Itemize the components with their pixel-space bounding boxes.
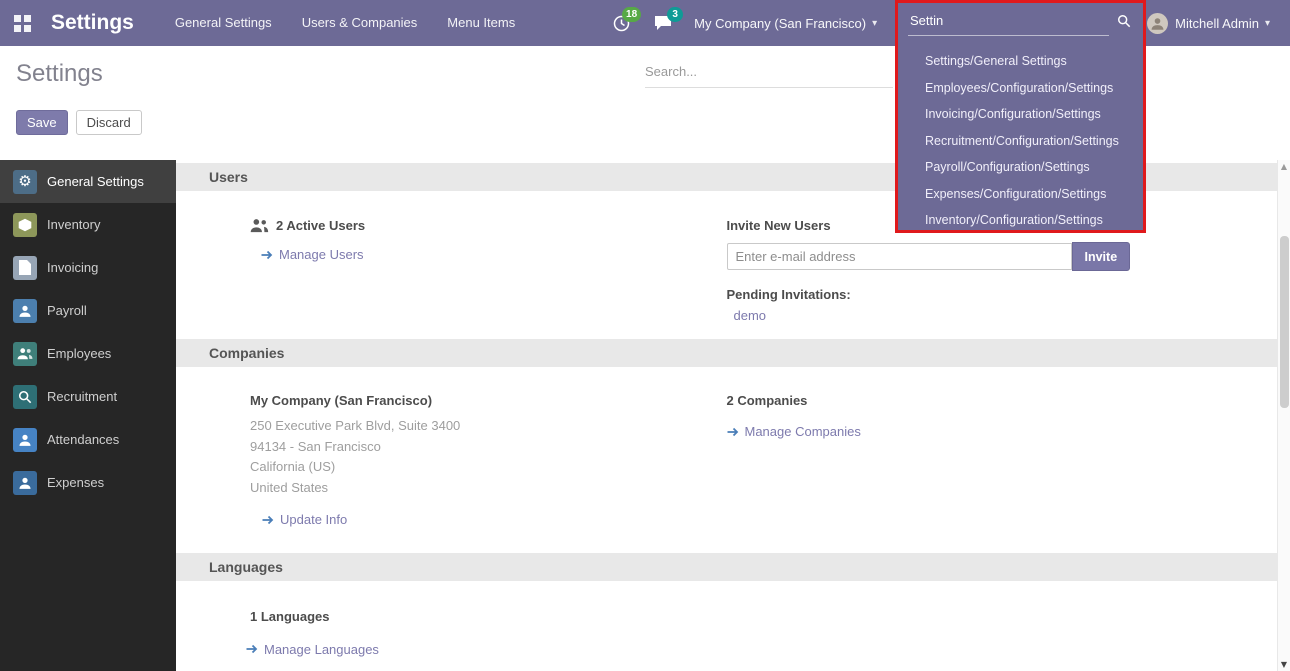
section-companies: My Company (San Francisco) 250 Executive…: [176, 367, 1277, 553]
company-name-label: My Company (San Francisco): [250, 393, 727, 408]
avatar: [1147, 13, 1168, 34]
user-menu[interactable]: Mitchell Admin ▾: [1137, 0, 1280, 46]
navbar-menu: General Settings Users & Companies Menu …: [160, 0, 530, 46]
odoo-settings-screen: Settings General Settings Users & Compan…: [0, 0, 1290, 671]
pending-invitations-label: Pending Invitations:: [727, 287, 1278, 302]
menu-users-companies[interactable]: Users & Companies: [287, 0, 433, 46]
gear-icon: ⚙: [13, 170, 37, 194]
record-search-input[interactable]: [645, 60, 893, 88]
arrow-right-icon: [261, 250, 273, 260]
settings-sidebar: ⚙ General Settings Inventory Invoicing: [0, 160, 176, 671]
search-result-item[interactable]: Inventory/Configuration/Settings: [898, 207, 1143, 233]
menu-menu-items[interactable]: Menu Items: [432, 0, 530, 46]
control-panel-buttons: Save Discard: [16, 110, 142, 135]
address-line: California (US): [250, 457, 727, 478]
settings-content: Users 2 Active Users: [176, 160, 1277, 671]
sidebar-item-attendances[interactable]: Attendances: [0, 418, 176, 461]
sidebar-item-invoicing[interactable]: Invoicing: [0, 246, 176, 289]
workspace: ⚙ General Settings Inventory Invoicing: [0, 160, 1290, 671]
save-button[interactable]: Save: [16, 110, 68, 135]
search-result-item[interactable]: Expenses/Configuration/Settings: [898, 181, 1143, 208]
active-users-count: 2 Active Users: [276, 218, 365, 233]
scrollbar-down-arrow[interactable]: ▼: [1278, 660, 1290, 669]
company-name: My Company (San Francisco): [694, 16, 866, 31]
app-title: Settings: [51, 11, 134, 35]
sidebar-item-inventory[interactable]: Inventory: [0, 203, 176, 246]
chevron-down-icon: ▾: [1265, 18, 1270, 29]
address-line: United States: [250, 478, 727, 499]
box-icon: [13, 213, 37, 237]
people-icon: [13, 342, 37, 366]
user-name: Mitchell Admin: [1175, 16, 1259, 31]
sidebar-item-label: General Settings: [47, 174, 144, 189]
chevron-down-icon: ▾: [872, 18, 877, 29]
sidebar-item-employees[interactable]: Employees: [0, 332, 176, 375]
magnifier-icon: [13, 385, 37, 409]
activities-button[interactable]: 18: [601, 0, 642, 46]
sidebar-item-general-settings[interactable]: ⚙ General Settings: [0, 160, 176, 203]
update-info-link[interactable]: Update Info: [262, 512, 347, 527]
search-result-item[interactable]: Payroll/Configuration/Settings: [898, 154, 1143, 181]
address-line: 250 Executive Park Blvd, Suite 3400: [250, 416, 727, 437]
section-header-languages: Languages: [176, 553, 1277, 581]
users-icon: [250, 218, 269, 233]
menu-search-dropdown: Settings/General Settings Employees/Conf…: [895, 0, 1146, 233]
address-line: 94134 - San Francisco: [250, 437, 727, 458]
manage-companies-link[interactable]: Manage Companies: [727, 424, 861, 439]
activity-count-badge: 18: [622, 7, 641, 22]
menu-general-settings[interactable]: General Settings: [160, 0, 287, 46]
page-title: Settings: [16, 60, 103, 88]
manage-languages-link[interactable]: Manage Languages: [246, 642, 379, 657]
person-icon: [13, 428, 37, 452]
section-header-companies: Companies: [176, 339, 1277, 367]
messages-button[interactable]: 3: [642, 0, 684, 46]
section-languages: 1 Languages Manage Languages: [176, 581, 1277, 671]
discard-button[interactable]: Discard: [76, 110, 142, 135]
company-address: 250 Executive Park Blvd, Suite 3400 9413…: [250, 416, 727, 498]
scrollbar-track[interactable]: ▲ ▼: [1277, 160, 1290, 671]
apps-menu-button[interactable]: [0, 0, 45, 46]
sidebar-item-label: Employees: [47, 346, 111, 361]
companies-count: 2 Companies: [727, 393, 1278, 408]
message-count-badge: 3: [667, 7, 683, 22]
sidebar-item-label: Attendances: [47, 432, 119, 447]
manage-users-link[interactable]: Manage Users: [261, 247, 364, 262]
sidebar-item-label: Payroll: [47, 303, 87, 318]
languages-count: 1 Languages: [250, 609, 727, 624]
sidebar-item-label: Invoicing: [47, 260, 98, 275]
menu-search-row: [908, 9, 1133, 36]
scrollbar-thumb[interactable]: [1280, 236, 1289, 408]
sidebar-item-recruitment[interactable]: Recruitment: [0, 375, 176, 418]
apps-grid-icon: [14, 15, 31, 32]
search-icon: [1117, 14, 1131, 28]
search-result-item[interactable]: Settings/General Settings: [898, 48, 1143, 75]
record-search: [645, 60, 893, 88]
person-icon: [13, 299, 37, 323]
arrow-right-icon: [246, 644, 258, 654]
invite-email-input[interactable]: [727, 243, 1072, 270]
pending-invitation-item: demo: [727, 308, 1278, 323]
sidebar-item-label: Expenses: [47, 475, 104, 490]
arrow-right-icon: [262, 515, 274, 525]
person-icon: [13, 471, 37, 495]
search-result-item[interactable]: Invoicing/Configuration/Settings: [898, 101, 1143, 128]
menu-search-results: Settings/General Settings Employees/Conf…: [898, 48, 1143, 233]
search-result-item[interactable]: Recruitment/Configuration/Settings: [898, 128, 1143, 155]
invite-button[interactable]: Invite: [1072, 242, 1131, 271]
search-result-item[interactable]: Employees/Configuration/Settings: [898, 75, 1143, 102]
document-icon: [13, 256, 37, 280]
scrollbar-up-arrow[interactable]: ▲: [1278, 162, 1290, 171]
pending-user-link[interactable]: demo: [734, 308, 767, 323]
company-switcher[interactable]: My Company (San Francisco) ▾: [684, 0, 887, 46]
sidebar-item-label: Recruitment: [47, 389, 117, 404]
menu-search-input[interactable]: [908, 9, 1109, 36]
sidebar-item-label: Inventory: [47, 217, 100, 232]
sidebar-item-payroll[interactable]: Payroll: [0, 289, 176, 332]
arrow-right-icon: [727, 427, 739, 437]
sidebar-item-expenses[interactable]: Expenses: [0, 461, 176, 504]
